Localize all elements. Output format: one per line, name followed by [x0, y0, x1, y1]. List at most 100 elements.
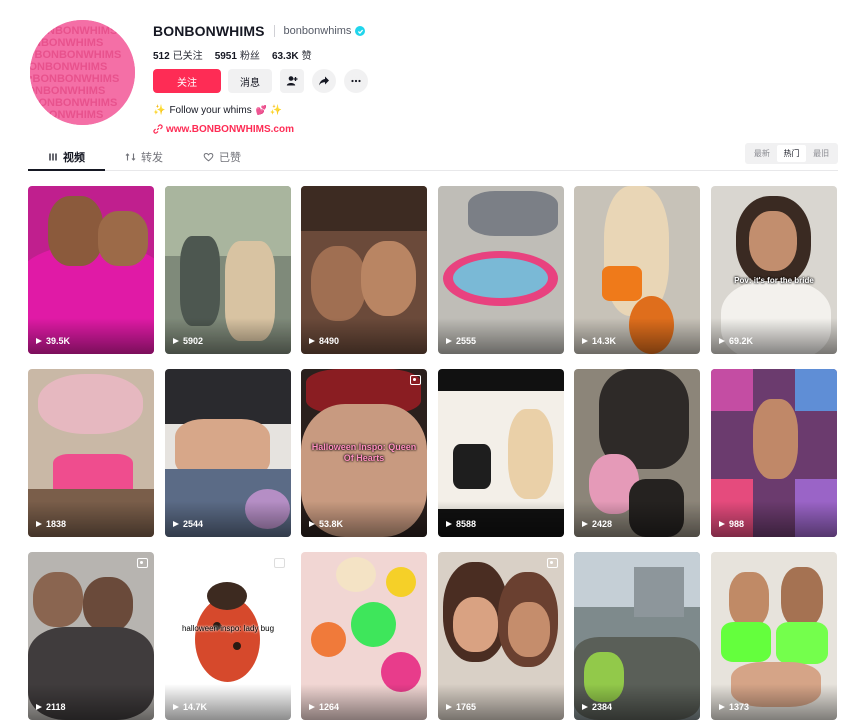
video-card[interactable]: 1765: [438, 552, 564, 720]
video-card[interactable]: 1838: [28, 369, 154, 537]
video-card[interactable]: 2384: [574, 552, 700, 720]
pinned-icon: [274, 558, 285, 568]
link-icon: [153, 124, 163, 134]
video-card[interactable]: 39.5K: [28, 186, 154, 354]
active-tab-indicator: [28, 169, 105, 171]
sort-toggle: 最新 热门 最旧: [745, 143, 838, 164]
share-arrow-icon: [319, 76, 329, 86]
tab-reposts-label: 转发: [141, 151, 163, 164]
likes-label: 赞: [301, 50, 312, 62]
tab-reposts[interactable]: 转发: [125, 143, 163, 170]
video-card[interactable]: 2544: [165, 369, 291, 537]
play-icon: [582, 338, 588, 344]
likes-stat: 63.3K 赞: [272, 47, 312, 62]
svg-text:♥BONBONWHIMS: ♥BONBONWHIMS: [30, 49, 121, 61]
profile-bio: ✨ Follow your whims 💕 ✨: [153, 103, 368, 117]
play-icon: [719, 521, 725, 527]
video-views: 53.8K: [309, 519, 343, 529]
tab-liked[interactable]: 已赞: [203, 143, 241, 170]
play-icon: [582, 704, 588, 710]
video-views: 1765: [446, 702, 476, 712]
repost-icon: [125, 152, 136, 161]
video-views: 2428: [582, 519, 612, 529]
bio-text: Follow your whims: [169, 104, 252, 116]
following-stat[interactable]: 512 已关注: [153, 47, 203, 62]
play-icon: [309, 338, 315, 344]
video-card[interactable]: 5902: [165, 186, 291, 354]
sort-oldest[interactable]: 最旧: [806, 145, 836, 162]
video-card[interactable]: 8490: [301, 186, 427, 354]
video-card[interactable]: halloween inspo: lady bug 14.7K: [165, 552, 291, 720]
tab-videos-label: 视频: [63, 151, 85, 164]
video-views: 1373: [719, 702, 749, 712]
person-add-icon: [286, 76, 298, 86]
video-card[interactable]: Halloween Inspo: Queen Of Hearts 53.8K: [301, 369, 427, 537]
sparkle-emoji-icon: ✨: [269, 104, 283, 116]
video-views: 14.3K: [582, 336, 616, 346]
video-card[interactable]: Pov: it's for the bride 69.2K: [711, 186, 837, 354]
video-card[interactable]: 1264: [301, 552, 427, 720]
play-icon: [173, 338, 179, 344]
play-icon: [446, 521, 452, 527]
share-button[interactable]: [312, 69, 336, 93]
profile-link[interactable]: www.BONBONWHIMS.com: [153, 122, 368, 136]
video-caption-overlay: Halloween Inspo: Queen Of Hearts: [311, 442, 417, 463]
follow-button[interactable]: 关注: [153, 69, 221, 93]
following-label: 已关注: [172, 50, 203, 62]
pinned-icon: [137, 558, 148, 568]
message-button[interactable]: 消息: [228, 69, 272, 93]
sort-popular[interactable]: 热门: [776, 145, 807, 162]
followers-count: 5951: [214, 50, 237, 62]
video-views: 14.7K: [173, 702, 207, 712]
profile-actions: 关注 消息: [153, 69, 368, 93]
play-icon: [36, 704, 42, 710]
video-card[interactable]: 2428: [574, 369, 700, 537]
tab-liked-label: 已赞: [219, 151, 241, 164]
sort-latest[interactable]: 最新: [747, 145, 777, 162]
profile-username: BONBONWHIMS: [153, 23, 265, 39]
likes-count: 63.3K: [271, 50, 299, 62]
profile-avatar[interactable]: ♥BONBONWHIMS ♥BONBONWHIMS ♥BONBONWHIMS ♥…: [30, 20, 135, 125]
followers-stat[interactable]: 5951 粉丝: [215, 47, 260, 62]
video-views: 39.5K: [36, 336, 70, 346]
svg-text:♥BONBONWHIMS: ♥BONBONWHIMS: [30, 37, 103, 49]
more-dots-icon: [351, 79, 361, 83]
svg-text:♥BONBONWHIMS: ♥BONBONWHIMS: [30, 109, 103, 121]
video-card[interactable]: 8588: [438, 369, 564, 537]
avatar-pattern: ♥BONBONWHIMS ♥BONBONWHIMS ♥BONBONWHIMS ♥…: [30, 20, 135, 125]
profile-tabs: 视频 转发 已赞: [28, 143, 838, 171]
video-views: 69.2K: [719, 336, 753, 346]
video-card[interactable]: 14.3K: [574, 186, 700, 354]
svg-text:♥BONBONWHIMS: ♥BONBONWHIMS: [30, 85, 105, 97]
play-icon: [446, 338, 452, 344]
name-row: BONBONWHIMS bonbonwhims: [153, 22, 368, 40]
more-button[interactable]: [344, 69, 368, 93]
play-icon: [36, 338, 42, 344]
tab-videos[interactable]: 视频: [48, 143, 85, 170]
play-icon: [446, 704, 452, 710]
svg-text:♥BONBONWHIMS: ♥BONBONWHIMS: [30, 25, 117, 37]
pinned-icon: [547, 558, 558, 568]
video-card[interactable]: 988: [711, 369, 837, 537]
video-views: 8588: [446, 519, 476, 529]
add-friend-button[interactable]: [280, 69, 304, 93]
play-icon: [719, 704, 725, 710]
play-icon: [36, 521, 42, 527]
play-icon: [173, 704, 179, 710]
video-card[interactable]: 2555: [438, 186, 564, 354]
profile-header: BONBONWHIMS bonbonwhims 512 已关注 5951 粉丝 63…: [153, 22, 368, 136]
video-card[interactable]: 1373: [711, 552, 837, 720]
video-views: 988: [719, 519, 744, 529]
svg-text:♥BONBONWHIMS: ♥BONBONWHIMS: [30, 73, 119, 85]
video-card[interactable]: 2118: [28, 552, 154, 720]
sparkle-wand-icon: ✨: [153, 104, 166, 116]
video-views: 2544: [173, 519, 203, 529]
video-views: 2555: [446, 336, 476, 346]
divider: [273, 25, 275, 37]
link-text: www.BONBONWHIMS.com: [166, 123, 294, 135]
play-icon: [719, 338, 725, 344]
followers-label: 粉丝: [239, 50, 260, 62]
video-caption-overlay: Pov: it's for the bride: [734, 276, 814, 285]
verified-badge-icon: [355, 26, 366, 36]
play-icon: [173, 521, 179, 527]
